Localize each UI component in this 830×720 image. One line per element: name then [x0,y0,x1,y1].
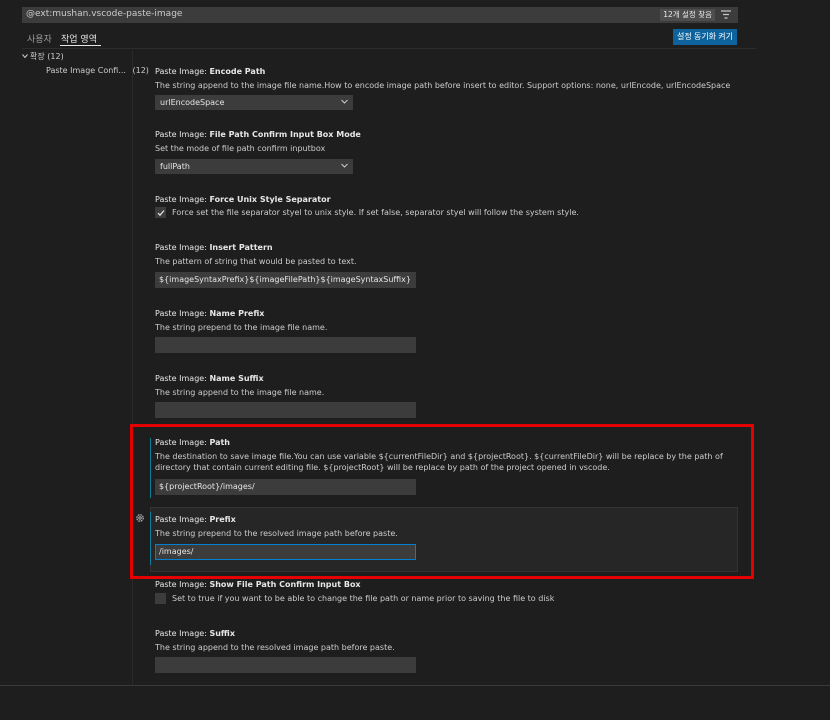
setting-insert-pattern: Paste Image: Insert Pattern The pattern … [155,243,745,267]
check-icon [157,210,165,217]
setting-title: Paste Image: Encode Path [155,67,266,76]
setting-title: Paste Image: Name Prefix [155,309,265,318]
file-path-confirm-select[interactable]: fullPath [155,159,353,174]
setting-suffix: Paste Image: Suffix The string append to… [155,629,745,653]
highlight-annotation [130,424,754,579]
setting-encode-path: Paste Image: Encode Path The string appe… [155,67,745,91]
show-confirm-description: Set to true if you want to be able to ch… [172,594,555,603]
force-unix-checkbox[interactable] [155,207,166,218]
setting-title: Paste Image: Show File Path Confirm Inpu… [155,580,361,589]
setting-name-suffix: Paste Image: Name Suffix The string appe… [155,374,745,398]
toc-divider [132,50,133,686]
encode-path-select[interactable]: urlEncodeSpace [155,95,353,110]
header-divider [22,48,756,49]
toc-item-count: (12) [132,66,149,75]
setting-title: Paste Image: Force Unix Style Separator [155,195,331,204]
setting-title: Paste Image: Suffix [155,629,235,638]
settings-sync-button[interactable]: 설정 동기화 켜기 [673,29,737,45]
settings-header: @ext:mushan.vscode-paste-image 12개 설정 찾음 [0,0,830,28]
toc-extensions[interactable]: 확장 (12) [30,51,64,62]
setting-show-confirm: Paste Image: Show File Path Confirm Inpu… [155,580,745,589]
name-prefix-input[interactable] [155,337,416,353]
panel-divider [0,685,830,686]
suffix-input[interactable] [155,657,416,673]
setting-description: The string append to the image file name… [155,81,731,90]
select-value: fullPath [160,162,190,171]
setting-description: The string append to the image file name… [155,388,325,397]
setting-force-unix-separator: Paste Image: Force Unix Style Separator [155,195,745,204]
settings-search-input[interactable]: @ext:mushan.vscode-paste-image 12개 설정 찾음 [22,7,738,23]
setting-title: Paste Image: Name Suffix [155,374,264,383]
filter-icon[interactable] [721,10,731,19]
setting-description: The pattern of string that would be past… [155,257,357,266]
tab-workspace[interactable]: 작업 영역 [61,32,97,45]
select-value: urlEncodeSpace [160,98,225,107]
search-result-count: 12개 설정 찾음 [660,9,715,21]
setting-name-prefix: Paste Image: Name Prefix The string prep… [155,309,745,333]
toc-paste-image[interactable]: Paste Image Confi... (12) [46,66,149,75]
search-query: @ext:mushan.vscode-paste-image [26,9,183,19]
force-unix-description: Force set the file separator styel to un… [172,208,579,217]
chevron-down-icon [341,163,348,168]
name-suffix-input[interactable] [155,402,416,418]
toc-item-label: Paste Image Confi... [46,66,126,75]
insert-pattern-input[interactable]: ${imageSyntaxPrefix}${imageFilePath}${im… [155,272,416,288]
tab-user[interactable]: 사용자 [27,32,52,45]
chevron-down-icon[interactable] [22,53,28,59]
setting-file-path-confirm-mode: Paste Image: File Path Confirm Input Box… [155,130,745,154]
setting-description: The string prepend to the image file nam… [155,323,328,332]
show-confirm-checkbox[interactable] [155,593,166,604]
chevron-down-icon [341,99,348,104]
setting-title: Paste Image: Insert Pattern [155,243,273,252]
active-tab-indicator [60,45,101,46]
setting-title: Paste Image: File Path Confirm Input Box… [155,130,361,139]
setting-description: The string append to the resolved image … [155,643,395,652]
setting-description: Set the mode of file path confirm inputb… [155,144,326,153]
